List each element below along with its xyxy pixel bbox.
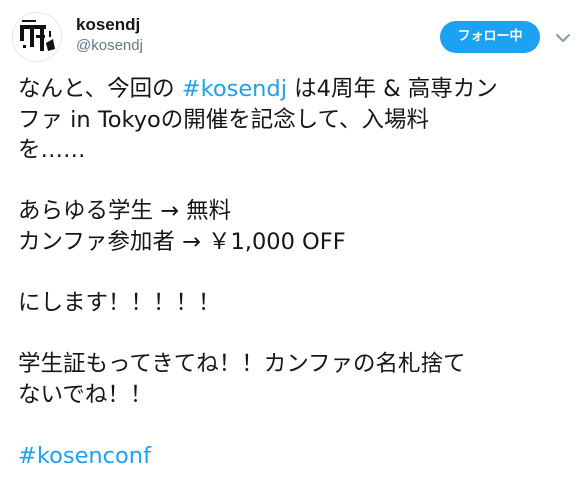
tweet-line: 学生証もってきてね！！カンファの名札捨て <box>18 351 466 378</box>
hashtag-kosenconf[interactable]: #kosenconf <box>18 443 151 469</box>
tweet-line: ファ in Tokyoの開催を記念して、入場料 <box>18 106 430 133</box>
tweet-line: カンファ参加者 → ￥1,000 OFF <box>18 228 346 255</box>
tweet-line: あらゆる学生 → 無料 <box>18 198 232 225</box>
hashtag-kosendj[interactable]: #kosendj <box>182 76 287 102</box>
display-name[interactable]: kosendj <box>76 15 140 35</box>
tweet-line: を…… <box>18 137 86 164</box>
avatar[interactable] <box>12 12 62 62</box>
kosendj-logo-icon <box>20 20 55 51</box>
tweet-header: kosendj @kosendj フォロー中 <box>0 0 587 76</box>
following-button-label: フォロー中 <box>457 29 523 44</box>
following-button[interactable]: フォロー中 <box>440 21 540 53</box>
tweet-line: にします！！！！！ <box>18 290 221 317</box>
tweet-line-text: は4周年 & 高専カン <box>286 76 498 102</box>
screen-name[interactable]: @kosendj <box>76 37 143 55</box>
tweet-line: なんと、今回の #kosendj は4周年 & 高専カン <box>18 74 580 105</box>
tweet-text: なんと、今回の #kosendj は4周年 & 高専カン ファ in Tokyo… <box>18 74 580 472</box>
tweet-line-text: なんと、今回の <box>18 76 182 102</box>
chevron-down-icon[interactable] <box>554 29 572 47</box>
tweet-line: ないでね！！ <box>18 381 153 408</box>
tweet-line: #kosenconf <box>18 441 580 472</box>
